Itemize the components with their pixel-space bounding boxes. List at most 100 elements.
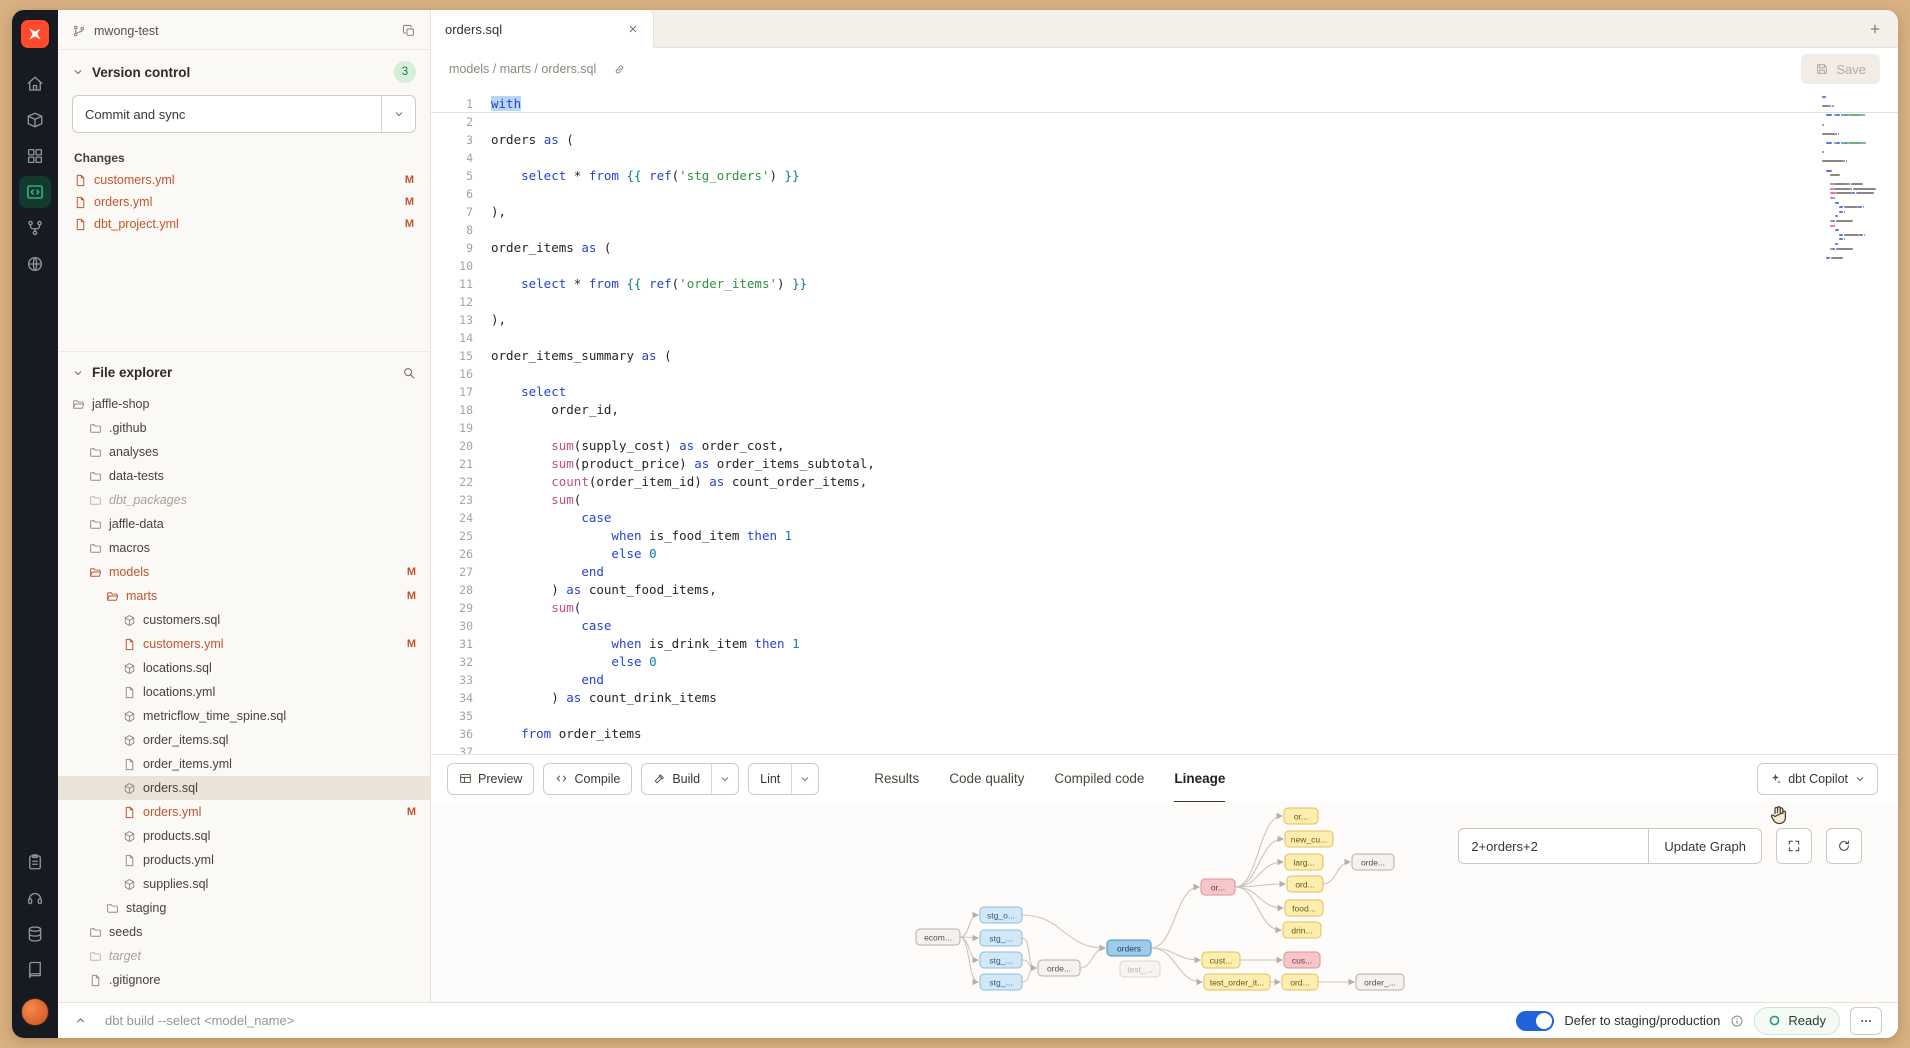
tree-item-products-yml[interactable]: products.yml (58, 848, 430, 872)
lineage-node-new-cu[interactable]: new_cu... (1285, 831, 1333, 847)
tab-compiled-code[interactable]: Compiled code (1054, 755, 1144, 803)
changed-file-customers-yml[interactable]: customers.ymlM (58, 169, 430, 191)
lineage-node-drin[interactable]: drin... (1283, 922, 1321, 938)
code-line-19[interactable]: 19 (431, 419, 1898, 437)
lineage-node-or[interactable]: or... (1284, 808, 1318, 824)
tree-item-seeds[interactable]: seeds (58, 920, 430, 944)
build-options-button[interactable] (711, 764, 738, 794)
lineage-node-stg[interactable]: stg_... (980, 930, 1022, 946)
minimap[interactable] (1822, 96, 1880, 266)
new-tab-button[interactable] (1868, 22, 1882, 36)
tab-orders-sql[interactable]: orders.sql (431, 10, 654, 48)
chevron-down-icon[interactable] (393, 108, 405, 120)
code-line-35[interactable]: 35 (431, 707, 1898, 725)
tree-item-metricflow-time-spine-sql[interactable]: metricflow_time_spine.sql (58, 704, 430, 728)
lineage-node-cust[interactable]: cust... (1202, 952, 1240, 968)
code-line-15[interactable]: 15order_items_summary as ( (431, 347, 1898, 365)
status-badge[interactable]: Ready (1754, 1007, 1840, 1035)
code-line-27[interactable]: 27 end (431, 563, 1898, 581)
preview-button[interactable]: Preview (447, 763, 534, 795)
tree-item-locations-sql[interactable]: locations.sql (58, 656, 430, 680)
code-line-7[interactable]: 7), (431, 203, 1898, 221)
tree-item-customers-yml[interactable]: customers.ymlM (58, 632, 430, 656)
update-graph-button[interactable]: Update Graph (1648, 828, 1762, 864)
tab-lineage[interactable]: Lineage (1174, 755, 1225, 803)
code-line-6[interactable]: 6 (431, 185, 1898, 203)
code-line-1[interactable]: 1with (431, 95, 1898, 113)
lint-options-button[interactable] (791, 764, 818, 794)
lineage-node-ord[interactable]: ord... (1287, 876, 1323, 892)
lineage-node-ecom[interactable]: ecom... (916, 929, 960, 945)
tab-results[interactable]: Results (874, 755, 919, 803)
lineage-node-order[interactable]: order_... (1356, 974, 1404, 990)
tree-item-jaffle-data[interactable]: jaffle-data (58, 512, 430, 536)
changed-file-orders-yml[interactable]: orders.ymlM (58, 191, 430, 213)
code-line-34[interactable]: 34 ) as count_drink_items (431, 689, 1898, 707)
lineage-node-cus[interactable]: cus... (1284, 952, 1320, 968)
command-input[interactable]: dbt build --select <model_name> (105, 1013, 294, 1028)
lineage-node-test-order-it[interactable]: test_order_it... (1204, 974, 1270, 990)
defer-toggle[interactable] (1516, 1011, 1554, 1031)
code-line-18[interactable]: 18 order_id, (431, 401, 1898, 419)
code-line-16[interactable]: 16 (431, 365, 1898, 383)
dbt-logo[interactable] (21, 20, 49, 48)
code-line-3[interactable]: 3orders as ( (431, 131, 1898, 149)
nav-support[interactable] (19, 882, 51, 914)
lineage-node-food[interactable]: food... (1285, 900, 1323, 916)
build-button[interactable]: Build (642, 764, 711, 794)
lineage-node-orde[interactable]: orde... (1352, 854, 1394, 870)
copy-icon[interactable] (402, 24, 416, 38)
commit-and-sync-button[interactable]: Commit and sync (72, 95, 416, 133)
nav-deploy[interactable] (19, 104, 51, 136)
tree-item-staging[interactable]: staging (58, 896, 430, 920)
user-avatar[interactable] (21, 998, 49, 1026)
lineage-node-stg[interactable]: stg_... (980, 974, 1022, 990)
code-line-22[interactable]: 22 count(order_item_id) as count_order_i… (431, 473, 1898, 491)
lineage-node-stg-o[interactable]: stg_o... (980, 907, 1022, 923)
nav-tasks[interactable] (19, 846, 51, 878)
code-line-9[interactable]: 9order_items as ( (431, 239, 1898, 257)
lineage-node-larg[interactable]: larg... (1285, 854, 1323, 870)
lint-button[interactable]: Lint (749, 764, 791, 794)
tree-item-products-sql[interactable]: products.sql (58, 824, 430, 848)
tree-item-marts[interactable]: martsM (58, 584, 430, 608)
nav-explore[interactable] (19, 248, 51, 280)
code-line-5[interactable]: 5 select * from {{ ref('stg_orders') }} (431, 167, 1898, 185)
nav-orchestration[interactable] (19, 212, 51, 244)
tree-item-jaffle-shop[interactable]: jaffle-shop (58, 392, 430, 416)
tree-item-locations-yml[interactable]: locations.yml (58, 680, 430, 704)
code-line-30[interactable]: 30 case (431, 617, 1898, 635)
nav-home[interactable] (19, 68, 51, 100)
tree-item-customers-sql[interactable]: customers.sql (58, 608, 430, 632)
save-button[interactable]: Save (1801, 54, 1880, 84)
nav-develop[interactable] (19, 176, 51, 208)
tree-item-analyses[interactable]: analyses (58, 440, 430, 464)
dbt-copilot-button[interactable]: dbt Copilot (1757, 763, 1878, 795)
lineage-node-orde[interactable]: orde... (1038, 960, 1080, 976)
tree-item-supplies-sql[interactable]: supplies.sql (58, 872, 430, 896)
breadcrumb[interactable]: models / marts / orders.sql (449, 62, 596, 76)
search-icon[interactable] (402, 366, 416, 380)
code-line-13[interactable]: 13), (431, 311, 1898, 329)
close-icon[interactable] (627, 23, 639, 35)
tree-item-target[interactable]: target (58, 944, 430, 968)
code-line-28[interactable]: 28 ) as count_food_items, (431, 581, 1898, 599)
changed-file-dbt-project-yml[interactable]: dbt_project.ymlM (58, 213, 430, 235)
code-line-21[interactable]: 21 sum(product_price) as order_items_sub… (431, 455, 1898, 473)
lineage-node-ord[interactable]: ord... (1282, 974, 1318, 990)
nav-docs[interactable] (19, 954, 51, 986)
lineage-node-test[interactable]: test_... (1120, 961, 1160, 977)
info-icon[interactable] (1730, 1014, 1744, 1028)
code-line-20[interactable]: 20 sum(supply_cost) as order_cost, (431, 437, 1898, 455)
compile-button[interactable]: Compile (543, 763, 632, 795)
code-line-24[interactable]: 24 case (431, 509, 1898, 527)
branch-name[interactable]: mwong-test (94, 24, 394, 38)
tree-item-orders-yml[interactable]: orders.ymlM (58, 800, 430, 824)
tree-item-orders-sql[interactable]: orders.sql (58, 776, 430, 800)
refresh-graph-button[interactable] (1826, 828, 1862, 864)
tree-item-dbt-packages[interactable]: dbt_packages (58, 488, 430, 512)
tab-code-quality[interactable]: Code quality (949, 755, 1024, 803)
lineage-node-or[interactable]: or... (1201, 879, 1235, 895)
fullscreen-button[interactable] (1776, 828, 1812, 864)
tree-item-macros[interactable]: macros (58, 536, 430, 560)
